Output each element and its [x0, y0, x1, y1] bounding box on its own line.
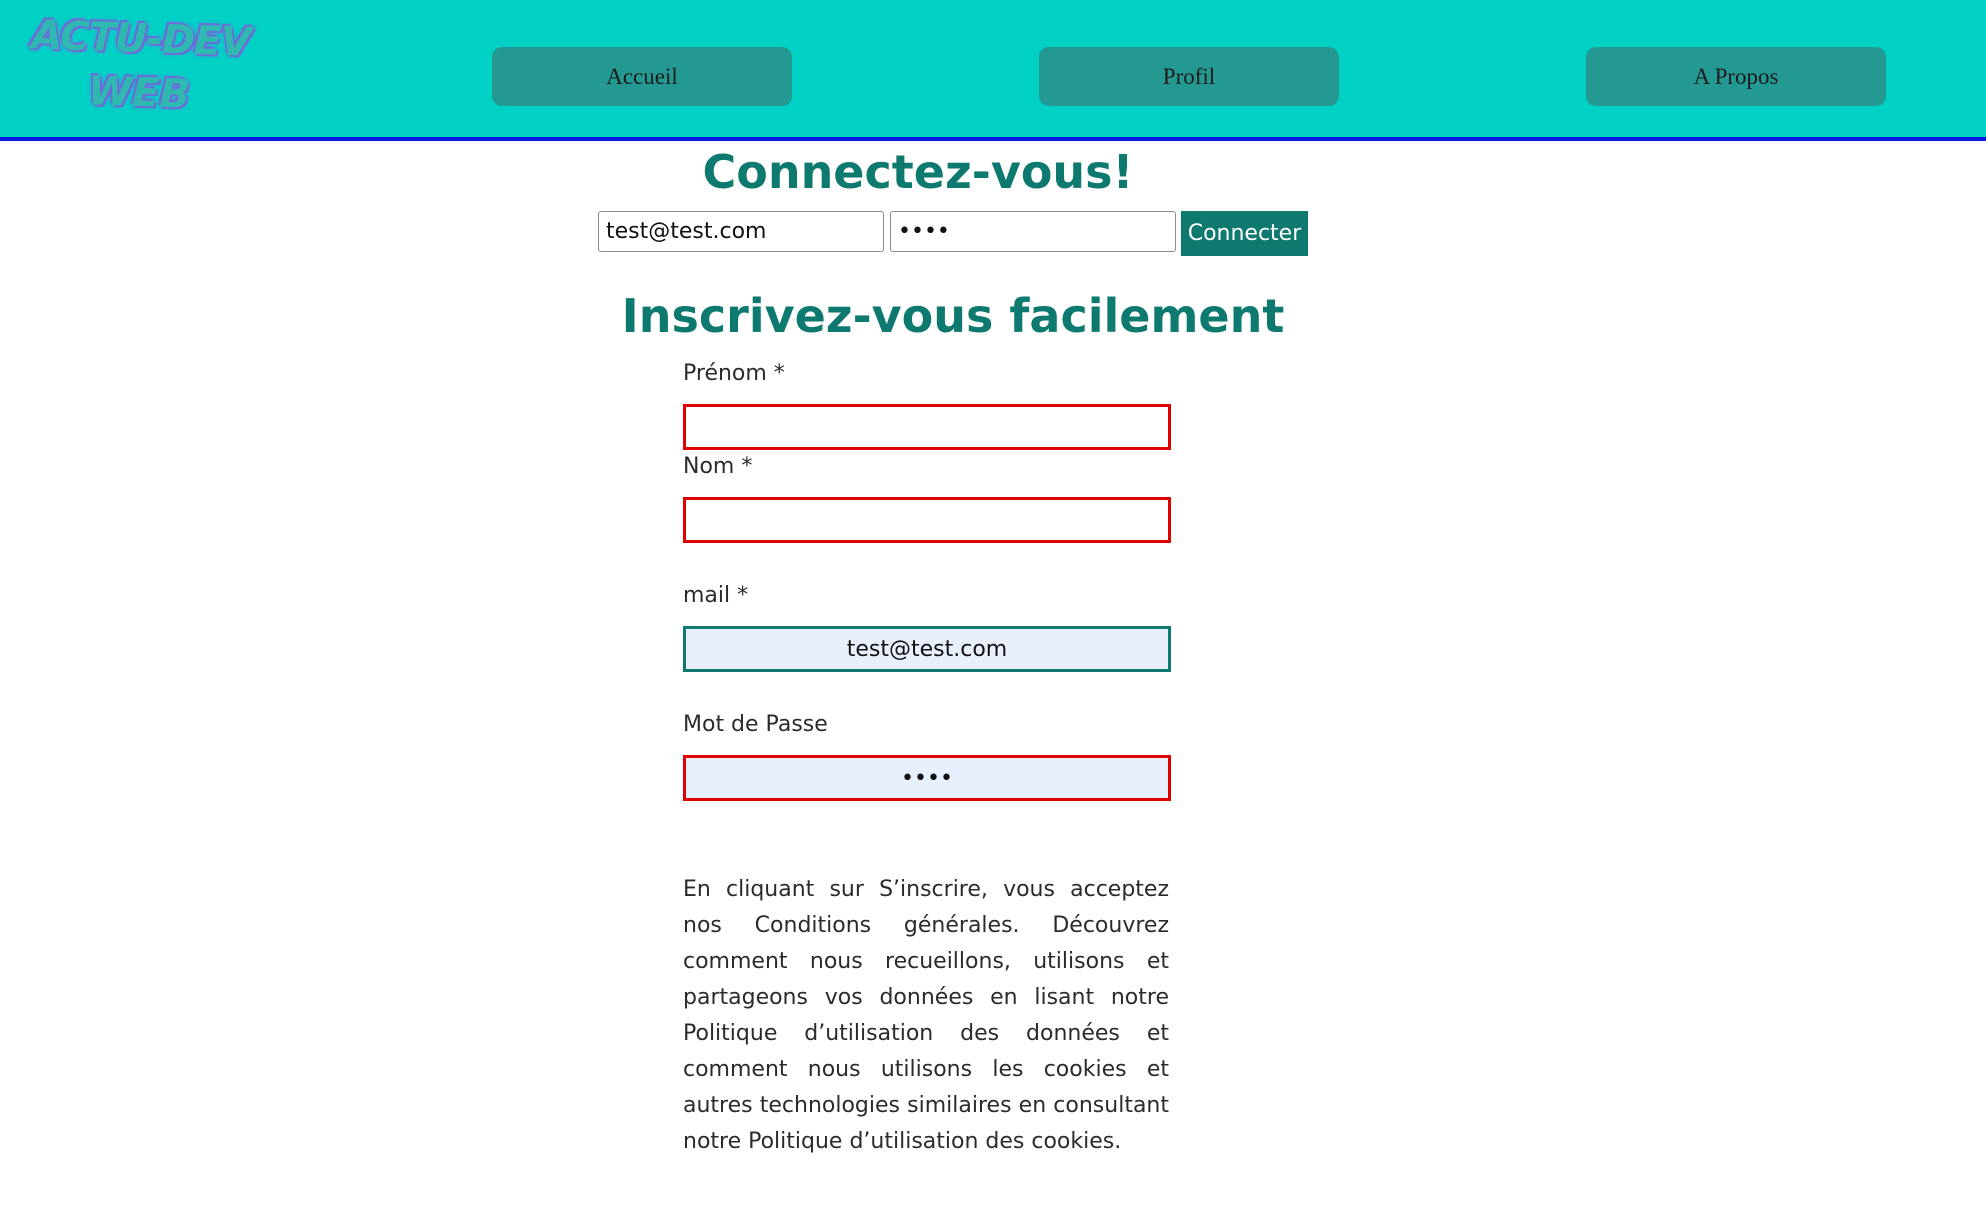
nav-about-button[interactable]: A Propos: [1586, 47, 1886, 106]
signup-title: Inscrivez-vous facilement: [621, 289, 1285, 343]
logo-line-1: ACTU-DEV: [30, 12, 252, 66]
firstname-label: Prénom *: [683, 361, 785, 386]
lastname-input[interactable]: [683, 497, 1171, 543]
mail-label: mail *: [683, 583, 749, 608]
login-password-input[interactable]: [890, 211, 1176, 252]
site-logo[interactable]: ACTU-DEV WEB: [18, 0, 262, 134]
login-title: Connectez-vous!: [702, 145, 1134, 199]
login-submit-button[interactable]: Connecter: [1181, 211, 1308, 256]
lastname-label: Nom *: [683, 454, 753, 479]
password-input[interactable]: [683, 755, 1171, 801]
nav-home-button[interactable]: Accueil: [492, 47, 792, 106]
nav-profile-button[interactable]: Profil: [1039, 47, 1339, 106]
login-email-input[interactable]: [598, 211, 884, 252]
firstname-input[interactable]: [683, 404, 1171, 450]
terms-text: En cliquant sur S’inscrire, vous accepte…: [683, 877, 1169, 1154]
site-header: ACTU-DEV WEB Accueil Profil A Propos: [0, 0, 1986, 141]
mail-input[interactable]: [683, 626, 1171, 672]
logo-line-2: WEB: [87, 68, 191, 118]
password-label: Mot de Passe: [683, 712, 828, 737]
